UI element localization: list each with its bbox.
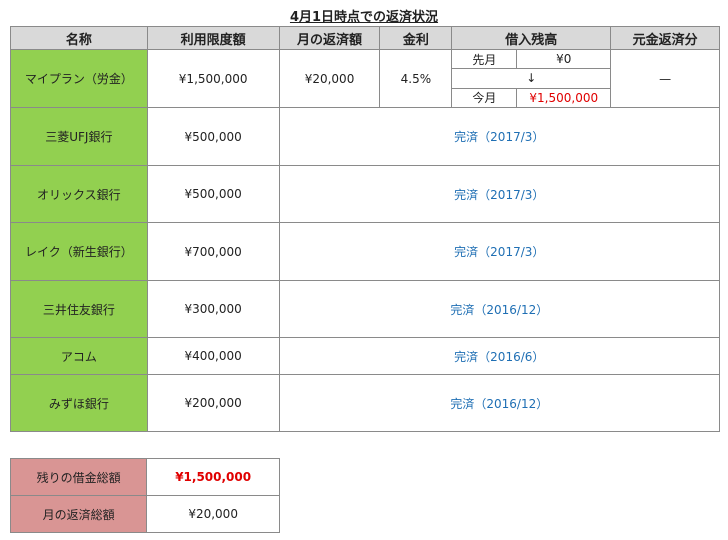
loan-rate: 4.5%	[379, 49, 453, 108]
loan-name: オリックス銀行	[10, 165, 148, 223]
header-rate: 金利	[379, 26, 453, 50]
table-row: レイク（新生銀行） ¥700,000 完済（2017/3）	[10, 222, 721, 281]
page-title: 4月1日時点での返済状況	[289, 10, 439, 25]
loan-name: 三菱UFJ銀行	[10, 107, 148, 166]
balance-curr-value: ¥1,500,000	[529, 90, 599, 105]
loan-status-table: 名称 利用限度額 月の返済額 金利 借入残高 元金返済分 マイプラン（労金） ¥…	[10, 26, 721, 432]
balance-prev-label: 先月	[452, 50, 518, 70]
loan-status: 完済（2016/12）	[278, 280, 721, 338]
summary-row: 残りの借金総額 ¥1,500,000	[9, 458, 280, 496]
loan-limit: ¥500,000	[146, 165, 280, 223]
loan-limit: ¥400,000	[146, 337, 280, 375]
summary-table: 残りの借金総額 ¥1,500,000 月の返済総額 ¥20,000	[9, 458, 280, 533]
table-row: オリックス銀行 ¥500,000 完済（2017/3）	[10, 165, 721, 223]
monthly-total-value: ¥20,000	[146, 495, 280, 533]
loan-limit: ¥500,000	[146, 107, 280, 166]
loan-name: みずほ銀行	[10, 374, 148, 432]
loan-name: マイプラン（労金）	[10, 49, 148, 108]
summary-row: 月の返済総額 ¥20,000	[9, 495, 280, 533]
table-row: マイプラン（労金） ¥1,500,000 ¥20,000 4.5% 先月 ¥0 …	[10, 49, 720, 108]
loan-status: 完済（2016/12）	[278, 374, 721, 432]
table-row: 三井住友銀行 ¥300,000 完済（2016/12）	[10, 280, 721, 338]
balance-cell: 先月 ¥0 ↓ 今月 ¥1,500,000	[451, 49, 612, 108]
remaining-total-label: 残りの借金総額	[9, 458, 148, 496]
loan-principal: —	[610, 49, 720, 108]
remaining-total-value: ¥1,500,000	[146, 458, 280, 496]
header-name: 名称	[10, 26, 148, 50]
loan-status: 完済（2017/3）	[278, 165, 721, 223]
balance-prev-value: ¥0	[516, 50, 611, 70]
loan-name: 三井住友銀行	[10, 280, 148, 338]
loan-status: 完済（2017/3）	[278, 107, 721, 166]
loan-limit: ¥700,000	[146, 222, 280, 281]
header-monthly: 月の返済額	[278, 26, 381, 50]
table-row: アコム ¥400,000 完済（2016/6）	[10, 337, 721, 375]
table-row: 三菱UFJ銀行 ¥500,000 完済（2017/3）	[10, 107, 721, 166]
balance-subtable: 先月 ¥0 ↓ 今月 ¥1,500,000	[452, 50, 611, 107]
header-limit: 利用限度額	[146, 26, 280, 50]
down-arrow-icon: ↓	[452, 68, 611, 89]
loan-limit: ¥1,500,000	[146, 49, 280, 108]
header-principal: 元金返済分	[610, 26, 720, 50]
loan-status: 完済（2016/6）	[278, 337, 721, 375]
header-balance: 借入残高	[451, 26, 612, 50]
table-row: みずほ銀行 ¥200,000 完済（2016/12）	[10, 374, 721, 432]
loan-limit: ¥300,000	[146, 280, 280, 338]
balance-curr-label: 今月	[452, 88, 518, 107]
loan-status: 完済（2017/3）	[278, 222, 721, 281]
header-row: 名称 利用限度額 月の返済額 金利 借入残高 元金返済分	[10, 26, 720, 50]
monthly-total-label: 月の返済総額	[9, 495, 148, 533]
loan-monthly: ¥20,000	[278, 49, 381, 108]
loan-name: アコム	[10, 337, 148, 375]
loan-name: レイク（新生銀行）	[10, 222, 148, 281]
loan-limit: ¥200,000	[146, 374, 280, 432]
